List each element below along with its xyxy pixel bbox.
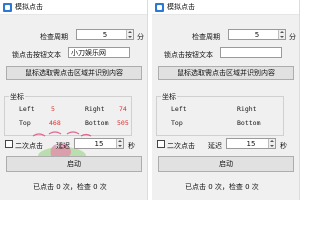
window-title: 模拟点击 (167, 3, 195, 11)
check-period-value: 5 (254, 30, 260, 39)
delay-unit: 秒 (128, 142, 135, 150)
delay-spinner[interactable] (116, 139, 123, 148)
check-period-unit: 分 (289, 33, 296, 41)
window-left: 模拟点击 检查周期 5 分 锁点击按钮文本 小刀娱乐网 鼠标选取需点击区域并识别… (0, 0, 148, 200)
window-right: 模拟点击 检查周期 5 分 锁点击按钮文本 鼠标选取需点击区域并识别内容 坐标 … (152, 0, 300, 200)
check-period-input[interactable]: 5 (228, 29, 286, 40)
title-bar: 模拟点击 (0, 0, 147, 15)
status-text: 已点击 0 次，检查 0 次 (185, 183, 259, 191)
check-period-label: 检查周期 (192, 33, 220, 41)
right-value: 74 (119, 105, 127, 113)
double-click-label: 二次点击 (15, 142, 43, 150)
left-label: Left (171, 105, 187, 113)
coords-group: 坐标 Left Right Top Bottom (156, 92, 284, 136)
double-click-checkbox[interactable] (157, 140, 165, 148)
check-period-label: 检查周期 (40, 33, 68, 41)
delay-value: 15 (94, 139, 104, 148)
select-region-button[interactable]: 鼠标选取需点击区域并识别内容 (6, 66, 142, 80)
lock-text-input[interactable] (220, 47, 282, 58)
lock-text-label: 锁点击按钮文本 (164, 51, 213, 59)
double-click-label: 二次点击 (167, 142, 195, 150)
double-click-checkbox[interactable] (5, 140, 13, 148)
delay-input[interactable]: 15 (74, 138, 124, 149)
delay-input[interactable]: 15 (226, 138, 276, 149)
start-button[interactable]: 启动 (158, 156, 294, 172)
delay-value: 15 (246, 139, 256, 148)
top-label: Top (171, 119, 183, 127)
check-period-unit: 分 (137, 33, 144, 41)
bottom-label: Bottom (237, 119, 261, 127)
lock-text-value: 小刀娱乐网 (71, 48, 106, 57)
app-icon (3, 2, 12, 12)
check-period-input[interactable]: 5 (76, 29, 134, 40)
delay-unit: 秒 (280, 142, 287, 150)
left-value: 5 (51, 105, 55, 113)
window-title: 模拟点击 (15, 3, 43, 11)
bottom-value: 505 (117, 119, 129, 127)
app-icon (155, 2, 164, 12)
coords-group-title: 坐标 (9, 92, 25, 102)
status-text: 已点击 0 次，检查 0 次 (33, 183, 107, 191)
coords-group-title: 坐标 (161, 92, 177, 102)
left-label: Left (19, 105, 35, 113)
start-button[interactable]: 启动 (6, 156, 142, 172)
delay-spinner[interactable] (268, 139, 275, 148)
check-period-value: 5 (102, 30, 108, 39)
right-label: Right (237, 105, 257, 113)
right-label: Right (85, 105, 105, 113)
delay-label: 延迟 (56, 142, 70, 150)
select-region-button[interactable]: 鼠标选取需点击区域并识别内容 (158, 66, 294, 80)
check-period-spinner[interactable] (278, 30, 285, 39)
title-bar: 模拟点击 (152, 0, 299, 15)
delay-label: 延迟 (208, 142, 222, 150)
lock-text-label: 锁点击按钮文本 (12, 51, 61, 59)
check-period-spinner[interactable] (126, 30, 133, 39)
lock-text-input[interactable]: 小刀娱乐网 (68, 47, 130, 58)
